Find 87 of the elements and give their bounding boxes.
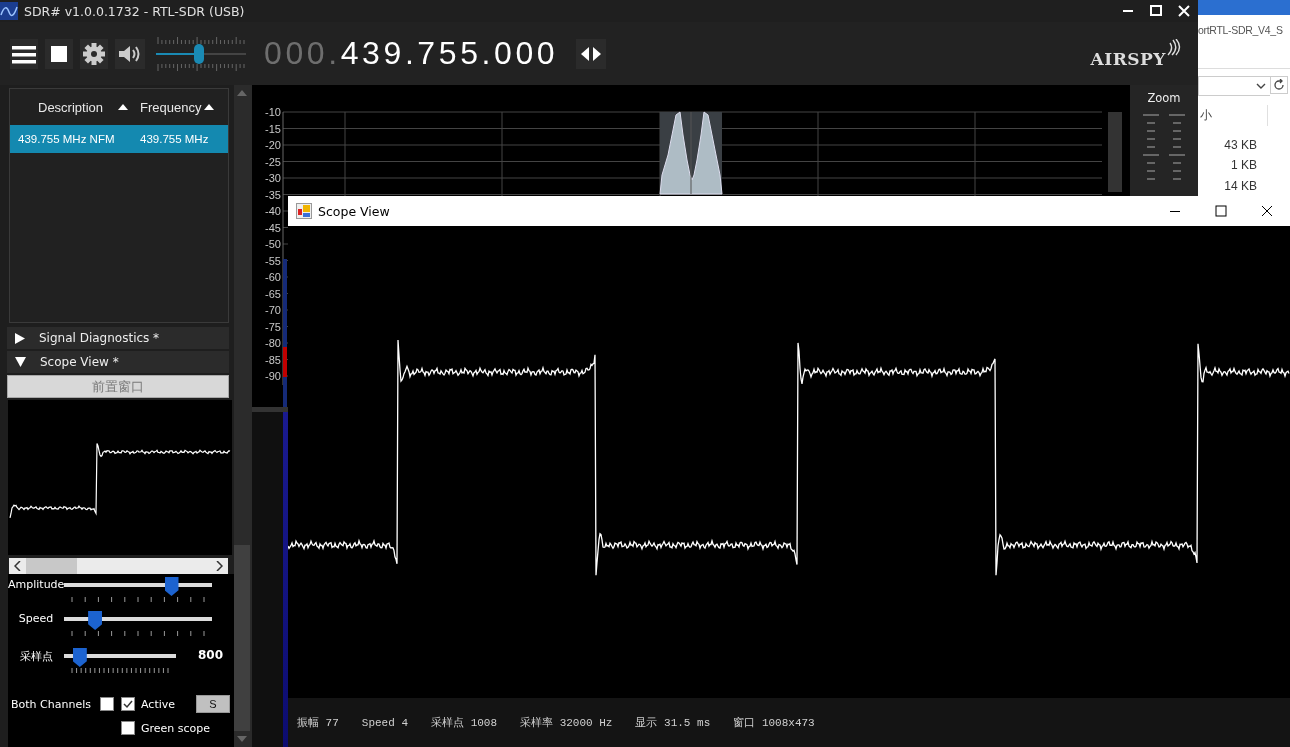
checkbox[interactable] xyxy=(99,697,114,711)
axis-label: -30 xyxy=(265,172,281,184)
left-right-arrows-icon xyxy=(580,45,603,62)
status-text: 显示 31.5 ms xyxy=(635,716,711,730)
slider-label: Speed xyxy=(17,611,55,625)
file-size: 43 KB xyxy=(1223,136,1257,154)
slider-thumb[interactable] xyxy=(164,577,179,596)
status-text: Speed 4 xyxy=(361,716,409,729)
airspy-logo: AIRSPY xyxy=(1090,38,1182,69)
zoom-label: Zoom xyxy=(1147,91,1181,105)
list-row[interactable]: 439.755 MHz NFM 439.755 MHz xyxy=(10,125,228,153)
minimize-icon xyxy=(1170,210,1180,212)
collapse-arrow-icon xyxy=(15,357,26,367)
column-header[interactable]: Frequency xyxy=(140,99,215,115)
slider-value: 800 xyxy=(197,648,225,662)
panel-header[interactable]: Signal Diagnostics * xyxy=(7,327,229,349)
close-icon xyxy=(1178,5,1190,17)
refresh-icon xyxy=(1273,79,1285,92)
axis-label: -60 xyxy=(265,271,281,283)
axis-label: -80 xyxy=(265,337,281,349)
slider-thumb[interactable] xyxy=(72,648,87,667)
status-text: 采样率 32000 Hz xyxy=(520,715,613,730)
checkbox-label: Green scope xyxy=(141,721,211,735)
axis-label: -65 xyxy=(265,287,281,300)
slider-thumb[interactable] xyxy=(193,43,204,64)
axis-label: -15 xyxy=(265,122,281,135)
file-size: 1 KB xyxy=(1230,157,1257,174)
axis-label: -20 xyxy=(265,139,281,151)
stop-icon xyxy=(51,45,67,62)
menu-icon xyxy=(12,43,36,64)
maximize-icon xyxy=(1215,205,1227,217)
status-text: 窗口 1008x473 xyxy=(733,716,815,730)
axis-label: -45 xyxy=(265,221,281,234)
checkmark-icon xyxy=(123,699,133,709)
maximize-icon xyxy=(1150,5,1162,17)
checkbox-label: Both Channels xyxy=(11,697,91,711)
chevron-down-icon xyxy=(1256,83,1266,90)
column-header[interactable]: Description xyxy=(10,99,140,115)
axis-label: -50 xyxy=(265,238,281,250)
scroll-up-icon[interactable] xyxy=(237,90,247,96)
window-title: SDR# v1.0.0.1732 - RTL-SDR (USB) xyxy=(24,3,245,19)
window-title: Scope View xyxy=(318,203,390,219)
axis-label: -10 xyxy=(265,106,281,118)
status-text: 采样点 1008 xyxy=(431,715,498,730)
speaker-button[interactable] xyxy=(115,38,145,69)
column-header[interactable]: 小 xyxy=(1200,107,1212,124)
tune-arrows-button[interactable] xyxy=(576,38,607,69)
close-icon xyxy=(1261,205,1273,217)
slider-label: 采样点 xyxy=(18,649,54,664)
file-size: 14 KB xyxy=(1223,177,1257,195)
table-cell-text: 439.755 MHz NFM xyxy=(17,133,116,145)
sort-arrow-icon xyxy=(204,104,215,110)
status-text: 振幅 77 xyxy=(297,716,339,730)
refresh-button[interactable] xyxy=(1270,76,1288,95)
checkbox[interactable] xyxy=(121,721,135,735)
menu-button[interactable] xyxy=(10,38,38,69)
table-cell: 439.755 MHz xyxy=(140,133,209,145)
horizontal-scrollbar[interactable] xyxy=(9,558,228,574)
s-button[interactable]: S xyxy=(196,695,230,713)
slider-thumb[interactable] xyxy=(88,611,103,630)
scroll-right-icon[interactable] xyxy=(215,561,223,571)
settings-button[interactable] xyxy=(80,38,108,69)
axis-label: -85 xyxy=(265,353,281,366)
frequency-list[interactable]: Description Frequency 439.755 MHz NFM 439.755 MHz xyxy=(9,88,229,323)
stop-button[interactable] xyxy=(45,38,73,69)
app-icon xyxy=(0,2,18,20)
axis-label: -40 xyxy=(265,205,281,217)
axis-label: -35 xyxy=(265,188,281,201)
minimize-icon xyxy=(1123,10,1133,12)
app-icon xyxy=(296,203,312,219)
axis-label: -55 xyxy=(265,254,281,267)
settings-icon xyxy=(83,42,105,65)
slider-label: Amplitude xyxy=(8,577,64,591)
frequency-display[interactable]: 000.439.755.000 xyxy=(264,35,559,72)
scroll-down-icon[interactable] xyxy=(237,736,247,742)
checkbox-label: Active xyxy=(141,697,176,711)
scroll-left-icon[interactable] xyxy=(14,561,22,571)
scrollbar[interactable] xyxy=(234,85,250,747)
expand-arrow-icon xyxy=(15,332,25,344)
checkbox[interactable] xyxy=(121,697,135,711)
axis-label: -75 xyxy=(265,320,281,333)
axis-label: -70 xyxy=(265,304,281,316)
axis-label: -90 xyxy=(265,370,281,382)
folder-path: ortRTL-SDR_V4_S xyxy=(1198,24,1283,38)
panel-header[interactable]: Scope View * xyxy=(7,351,229,373)
sort-arrow-icon xyxy=(118,104,128,110)
axis-label: -25 xyxy=(265,155,281,168)
